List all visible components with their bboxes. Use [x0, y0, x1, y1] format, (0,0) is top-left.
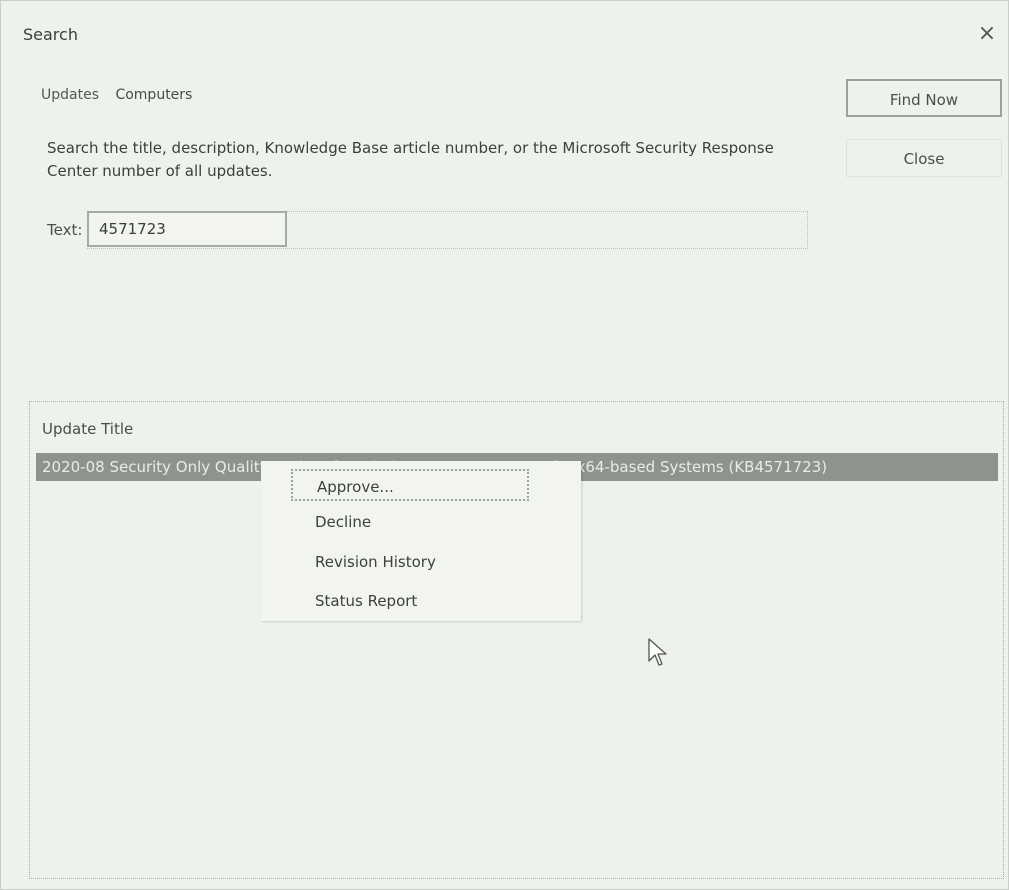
- context-menu: Approve... Decline Revision History Stat…: [261, 461, 581, 621]
- tab-updates[interactable]: Updates: [41, 87, 99, 103]
- text-field-row: Text:: [47, 211, 808, 249]
- menu-item-approve[interactable]: Approve...: [291, 469, 529, 501]
- close-button[interactable]: Close: [846, 139, 1002, 177]
- menu-item-status-report[interactable]: Status Report: [315, 592, 417, 610]
- tab-computers[interactable]: Computers: [115, 87, 192, 103]
- menu-item-revision-history[interactable]: Revision History: [315, 553, 436, 571]
- search-description: Search the title, description, Knowledge…: [47, 139, 774, 180]
- search-text-input[interactable]: [87, 211, 287, 247]
- text-field-label: Text:: [47, 221, 83, 239]
- search-tabs: Updates Computers: [41, 87, 204, 103]
- menu-item-decline[interactable]: Decline: [315, 513, 371, 531]
- mouse-pointer-icon: [648, 638, 667, 666]
- column-header-update-title[interactable]: Update Title: [42, 420, 133, 438]
- search-dialog: Search × Updates Computers Find Now Clos…: [0, 0, 1009, 890]
- dialog-title: Search: [23, 25, 78, 44]
- find-now-button[interactable]: Find Now: [846, 79, 1002, 117]
- close-icon[interactable]: ×: [974, 21, 1000, 47]
